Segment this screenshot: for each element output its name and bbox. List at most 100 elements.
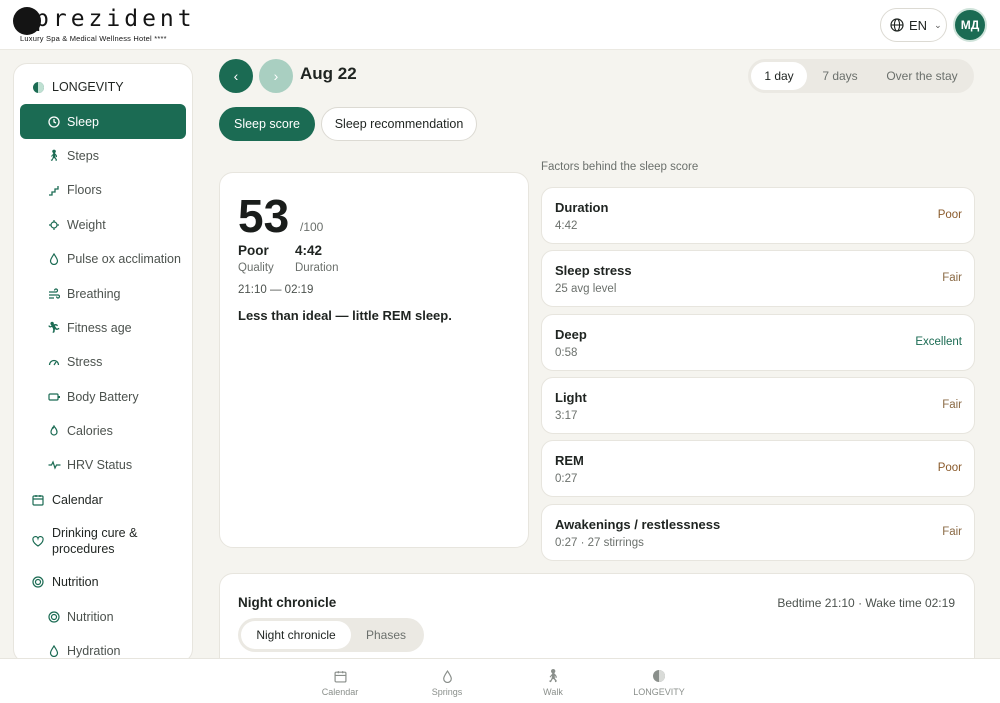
duration-value: 4:42: [295, 243, 323, 258]
bottom-nav-label: Walk: [543, 687, 563, 697]
brand-name: prezident: [35, 6, 196, 32]
factor-card[interactable]: Awakenings / restlessness 0:27 · 27 stirr…: [541, 503, 975, 561]
sidebar-item-label: Breathing: [67, 286, 121, 301]
sidebar-item-label: Drinking cure & procedures: [52, 526, 138, 557]
sidebar-item-pulse-ox[interactable]: Pulse ox acclimation: [14, 242, 192, 276]
language-selector[interactable]: EN ⌄: [880, 8, 947, 42]
sidebar-item-label: Stress: [67, 355, 103, 370]
sidebar-item-calories[interactable]: Calories: [14, 414, 192, 448]
factor-name: Light: [555, 389, 587, 405]
sidebar-item-drinking-cure[interactable]: Drinking cure & procedures: [14, 517, 192, 565]
sleep-summary: Less than ideal — little REM sleep.: [238, 308, 452, 323]
factor-card[interactable]: Sleep stress 25 avg level Fair: [541, 250, 975, 308]
factor-card[interactable]: Deep 0:58 Excellent: [541, 313, 975, 371]
range-7-days[interactable]: 7 days: [807, 62, 873, 90]
quality-label: Quality: [238, 262, 274, 274]
heart-icon: [31, 534, 45, 548]
factor-rating: Fair: [942, 525, 962, 538]
sidebar-item-label: Sleep: [67, 114, 99, 129]
sidebar-item-floors[interactable]: Floors: [14, 173, 192, 207]
sidebar-item-nutrition[interactable]: Nutrition: [14, 599, 192, 633]
sidebar-item-hrv-status[interactable]: HRV Status: [14, 448, 192, 482]
factor-card[interactable]: REM 0:27 Poor: [541, 440, 975, 498]
range-selector: 1 day 7 days Over the stay: [748, 59, 974, 93]
target-icon: [47, 610, 61, 624]
sidebar: LONGEVITY Sleep 🚶︎ Steps Floors Weight P…: [13, 63, 193, 663]
factor-rating: Poor: [937, 462, 962, 475]
range-1-day[interactable]: 1 day: [751, 62, 807, 90]
bottom-nav-walk[interactable]: 🚶︎ Walk: [513, 668, 593, 697]
sidebar-item-fitness-age[interactable]: 🏃︎ Fitness age: [14, 311, 192, 345]
battery-icon: [47, 390, 61, 404]
brand-tagline: Luxury Spa & Medical Wellness Hotel ****: [20, 34, 167, 43]
factor-rating: Poor: [937, 209, 962, 221]
factor-detail: 4:42: [555, 220, 578, 232]
sidebar-item-label: Calories: [67, 424, 113, 439]
next-day-button[interactable]: ›: [259, 59, 293, 93]
quality-value: Poor: [238, 243, 269, 258]
stairs-icon: [47, 183, 61, 197]
sidebar-item-nutrition-group[interactable]: Nutrition: [14, 565, 192, 599]
bottom-nav-label: LONGEVITY: [633, 687, 685, 697]
segment-night-chronicle[interactable]: Night chronicle: [241, 621, 351, 649]
sidebar-item-label: Steps: [67, 148, 99, 163]
sidebar-item-label: Weight: [67, 217, 106, 232]
flame-icon: [47, 424, 61, 438]
calendar-icon: [333, 668, 347, 684]
chevron-down-icon: ⌄: [934, 19, 942, 30]
sidebar-item-longevity[interactable]: LONGEVITY: [14, 70, 192, 104]
globe-icon: [890, 18, 904, 32]
brand-logo[interactable]: prezident Luxury Spa & Medical Wellness …: [13, 6, 192, 46]
bottom-nav-label: Calendar: [321, 687, 359, 697]
sidebar-item-label: Fitness age: [67, 320, 132, 335]
segment-phases[interactable]: Phases: [351, 621, 421, 649]
tab-sleep-recommendation[interactable]: Sleep recommendation: [321, 107, 477, 141]
factor-detail: 0:27: [555, 473, 578, 486]
factor-name: REM: [555, 453, 584, 469]
walking-icon: 🚶︎: [544, 668, 562, 683]
tab-sleep-score[interactable]: Sleep score: [219, 107, 315, 141]
app-header: prezident Luxury Spa & Medical Wellness …: [0, 0, 1000, 50]
bottom-navigation: Calendar Springs 🚶︎ Walk LONGEVITY: [0, 658, 1000, 703]
duration-label: Duration: [295, 262, 339, 274]
factor-rating: Fair: [942, 272, 962, 285]
factor-card[interactable]: Duration 4:42 Poor: [541, 187, 975, 244]
bottom-nav-calendar[interactable]: Calendar: [300, 668, 380, 697]
factor-name: Deep: [555, 326, 587, 342]
factors-title: Factors behind the sleep score: [541, 161, 699, 173]
sidebar-item-steps[interactable]: 🚶︎ Steps: [14, 139, 192, 173]
factor-card[interactable]: Light 3:17 Fair: [541, 376, 975, 434]
bottom-nav-longevity[interactable]: LONGEVITY: [619, 668, 699, 697]
current-date: Aug 22: [300, 64, 357, 83]
factor-detail: 25 avg level: [555, 283, 617, 296]
sidebar-item-calendar[interactable]: Calendar: [14, 483, 192, 517]
user-avatar[interactable]: МД: [953, 8, 987, 42]
factor-name: Duration: [555, 200, 609, 215]
factor-rating: Excellent: [915, 335, 962, 348]
sleep-score-value: 53: [238, 190, 290, 242]
sidebar-item-weight[interactable]: Weight: [14, 208, 192, 242]
night-chronicle-title: Night chronicle: [238, 595, 337, 610]
factor-name: Awakenings / restlessness: [555, 516, 721, 532]
pulse-icon: [47, 458, 61, 472]
factor-detail: 0:58: [555, 346, 578, 359]
sidebar-item-stress[interactable]: Stress: [14, 345, 192, 379]
night-view-selector: Night chronicle Phases: [238, 618, 424, 652]
sidebar-item-sleep[interactable]: Sleep: [20, 104, 186, 139]
factor-detail: 3:17: [555, 409, 578, 422]
sidebar-item-body-battery[interactable]: Body Battery: [14, 380, 192, 414]
drop-icon: [47, 644, 61, 658]
factor-detail: 0:27 · 27 stirrings: [555, 536, 644, 549]
sidebar-item-breathing[interactable]: Breathing: [14, 276, 192, 310]
sidebar-item-label: Calendar: [52, 492, 103, 507]
calendar-icon: [31, 493, 45, 507]
running-icon: 🏃︎: [47, 322, 61, 335]
sidebar-item-label: Nutrition: [52, 575, 99, 590]
longevity-icon: [31, 80, 45, 94]
bottom-nav-springs[interactable]: Springs: [407, 668, 487, 697]
drop-icon: [47, 252, 61, 266]
walking-icon: 🚶︎: [47, 150, 61, 163]
range-over-the-stay[interactable]: Over the stay: [873, 62, 971, 90]
sleep-score-card: 53 /100 Poor Quality 4:42 Duration 21:10…: [219, 172, 529, 548]
previous-day-button[interactable]: ‹: [219, 59, 253, 93]
